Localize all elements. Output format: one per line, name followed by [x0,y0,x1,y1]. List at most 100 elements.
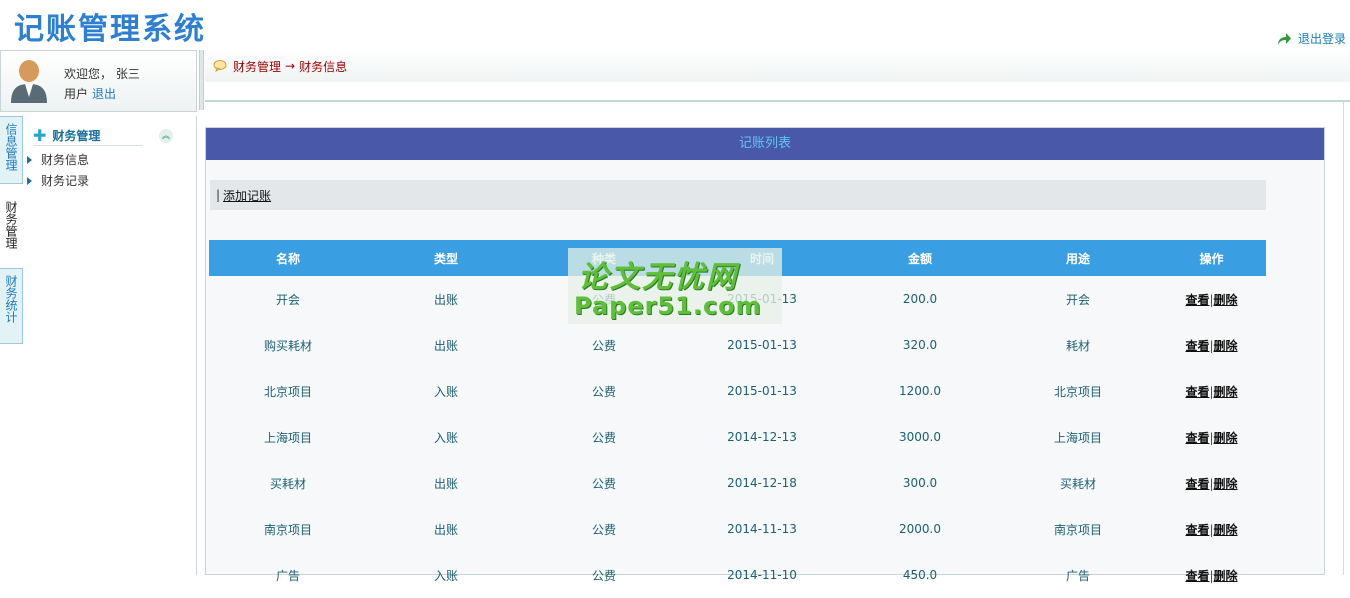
cell-kind: 公费 [591,430,616,445]
table-row: 开会 出账 公费 2015-01-13 200.0 开会 查看|删除 [209,276,1266,322]
cell-use: 买耗材 [1059,476,1096,491]
sidebar: ✚ 财务管理 ︽ 财务信息 财务记录 [23,116,197,575]
cell-actions: 查看|删除 [1157,506,1266,552]
cell-time: 2014-11-13 [727,522,797,536]
cell-use: 上海项目 [1053,430,1102,445]
cell-actions: 查看|删除 [1157,460,1266,506]
cell-actions: 查看|删除 [1157,276,1266,322]
cell-name: 广告 [275,568,300,583]
view-link[interactable]: 查看 [1185,477,1209,491]
delete-link[interactable]: 删除 [1214,385,1238,399]
table-row: 南京项目 出账 公费 2014-11-13 2000.0 南京项目 查看|删除 [209,506,1266,552]
cell-amount: 200.0 [902,292,938,306]
triangle-right-icon [27,176,32,185]
delete-link[interactable]: 删除 [1214,431,1238,445]
header: 记账管理系统 退出登录 [0,0,1350,50]
view-link[interactable]: 查看 [1185,569,1209,583]
cell-amount: 450.0 [902,568,938,582]
cell-type: 入账 [433,568,458,583]
user-exit-link[interactable]: 退出 [92,87,116,101]
cell-name: 买耗材 [269,476,306,491]
cell-type: 入账 [433,384,458,399]
vertical-tabs: 信息管理 财务管理 财务统计 [0,116,23,575]
col-type-header: 类型 [367,240,525,276]
delete-link[interactable]: 删除 [1214,477,1238,491]
speech-bubble-icon [213,60,227,72]
cell-time: 2014-12-18 [727,476,797,490]
col-kind-header: 种类 [525,240,683,276]
cell-kind: 公费 [591,568,616,583]
cell-name: 开会 [275,292,300,307]
cell-actions: 查看|删除 [1157,552,1266,598]
cell-name: 购买耗材 [263,338,312,353]
cell-time: 2015-01-13 [727,384,797,398]
cell-amount: 2000.0 [899,522,941,536]
vtab-label: 财务管理 [4,201,18,249]
toolbar-separator: | [216,188,221,202]
user-role-line: 用户 退出 [64,85,116,102]
sidebar-section-header[interactable]: ✚ 财务管理 [33,126,143,146]
cell-type: 出账 [433,476,458,491]
cell-name: 南京项目 [263,522,312,537]
cell-time: 2014-12-13 [727,430,797,444]
cell-actions: 查看|删除 [1157,368,1266,414]
cell-use: 开会 [1065,292,1090,307]
sidebar-item-finance-records[interactable]: 财务记录 [27,172,89,189]
cell-amount: 300.0 [902,476,938,490]
sidebar-item-label: 财务记录 [41,174,90,188]
cell-use: 南京项目 [1053,522,1102,537]
cell-actions: 查看|删除 [1157,322,1266,368]
delete-link[interactable]: 删除 [1214,293,1238,307]
view-link[interactable]: 查看 [1185,339,1209,353]
col-time-header: 时间 [683,240,841,276]
cell-use: 北京项目 [1053,384,1102,399]
add-record-link[interactable]: 添加记账 [223,187,271,204]
cell-actions: 查看|删除 [1157,414,1266,460]
col-amount-header: 金额 [841,240,999,276]
delete-link[interactable]: 删除 [1214,339,1238,353]
delete-link[interactable]: 删除 [1214,569,1238,583]
records-table: 名称 类型 种类 时间 金额 用途 操作 开会 出账 公费 2015-01-13 200… [209,240,1266,598]
table-row: 广告 入账 公费 2014-11-10 450.0 广告 查看|删除 [209,552,1266,598]
delete-link[interactable]: 删除 [1214,523,1238,537]
cell-use: 耗材 [1065,338,1090,353]
sidebar-item-label: 财务信息 [41,153,90,167]
vtab-label: 信息管理 [4,123,18,171]
user-info-box: 欢迎您， 张三 用户 退出 [0,50,197,112]
welcome-text: 欢迎您， 张三 [64,67,140,81]
cell-amount: 3000.0 [899,430,941,444]
vtab-finance-statistics[interactable]: 财务统计 [0,268,23,344]
vtab-finance-management[interactable]: 财务管理 [0,194,23,262]
cell-time: 2015-01-13 [727,338,797,352]
panel-splitter[interactable] [199,50,204,110]
view-link[interactable]: 查看 [1185,431,1209,445]
cell-kind: 公费 [591,338,616,353]
table-header-row: 名称 类型 种类 时间 金额 用途 操作 [209,240,1266,276]
plus-icon: ✚ [33,126,47,145]
table-row: 购买耗材 出账 公费 2015-01-13 320.0 耗材 查看|删除 [209,322,1266,368]
cell-time: 2014-11-10 [727,568,797,582]
cell-type: 入账 [433,430,458,445]
breadcrumb-first: 财务管理 [233,59,282,74]
cell-use: 广告 [1065,568,1090,583]
collapse-up-icon[interactable]: ︽ [159,129,173,143]
right-scrollbar[interactable] [1343,102,1350,575]
cell-type: 出账 [433,338,458,353]
view-link[interactable]: 查看 [1185,523,1209,537]
view-link[interactable]: 查看 [1185,293,1209,307]
view-link[interactable]: 查看 [1185,385,1209,399]
cell-amount: 320.0 [902,338,938,352]
cell-name: 上海项目 [263,430,312,445]
logout-link[interactable]: 退出登录 [1276,30,1346,47]
sidebar-section-title: 财务管理 [52,129,101,143]
cell-type: 出账 [433,522,458,537]
logout-label: 退出登录 [1297,32,1346,46]
user-avatar-icon [11,60,47,103]
cell-amount: 1200.0 [899,384,941,398]
breadcrumb-current: 财务信息 [299,59,348,74]
sidebar-item-finance-info[interactable]: 财务信息 [27,151,89,168]
table-row: 上海项目 入账 公费 2014-12-13 3000.0 上海项目 查看|删除 [209,414,1266,460]
toolbar: | 添加记账 [210,180,1266,210]
vtab-info-management[interactable]: 信息管理 [0,116,23,184]
cell-kind: 公费 [591,522,616,537]
